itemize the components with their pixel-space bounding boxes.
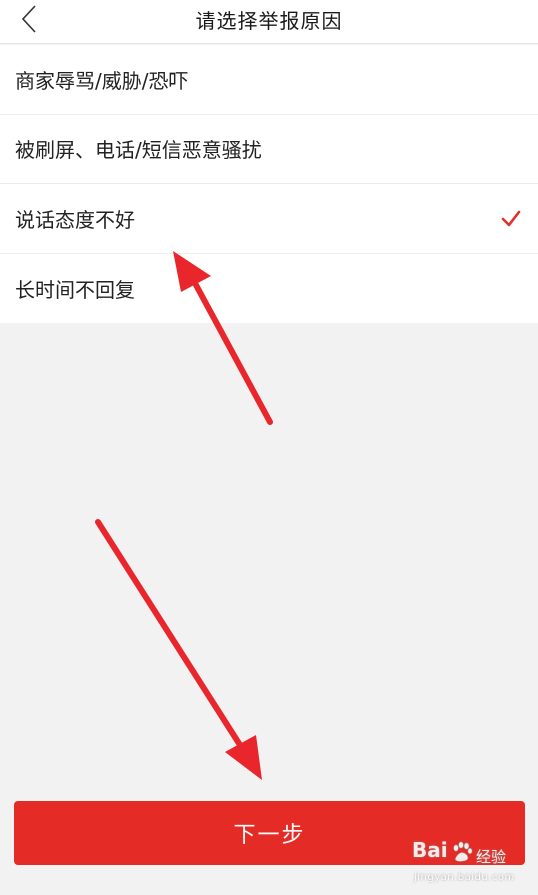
reason-option[interactable]: 被刷屏、电话/短信恶意骚扰 (0, 115, 538, 184)
reason-option[interactable]: 商家辱骂/威胁/恐吓 (0, 45, 538, 115)
top-navigation-bar: 请选择举报原因 (0, 0, 538, 44)
watermark-url: jingyan.baidu.com (414, 872, 515, 883)
next-step-button[interactable]: 下一步 (14, 801, 525, 865)
checkmark-icon (501, 210, 521, 227)
report-reason-list: 商家辱骂/威胁/恐吓 被刷屏、电话/短信恶意骚扰 说话态度不好 长时间不回复 (0, 45, 538, 323)
reason-label: 商家辱骂/威胁/恐吓 (15, 68, 189, 93)
reason-label: 被刷屏、电话/短信恶意骚扰 (15, 138, 262, 163)
annotation-arrow-down (95, 519, 262, 780)
reason-label: 说话态度不好 (15, 207, 135, 232)
reason-label: 长时间不回复 (15, 277, 135, 302)
page-title: 请选择举报原因 (195, 9, 343, 33)
reason-option-selected[interactable]: 说话态度不好 (0, 184, 538, 254)
reason-option[interactable]: 长时间不回复 (0, 254, 538, 324)
